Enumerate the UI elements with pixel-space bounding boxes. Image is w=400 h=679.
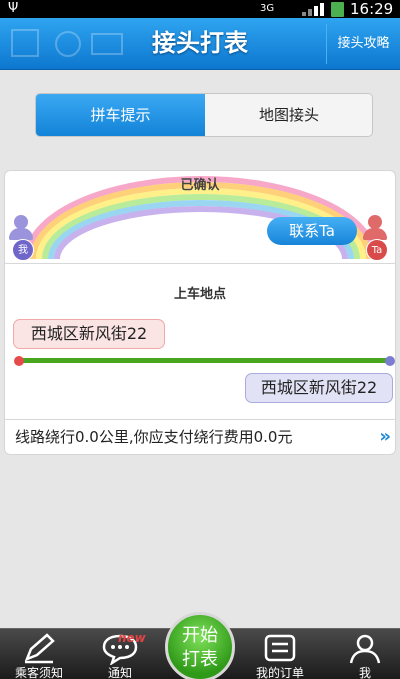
new-badge: new [118, 631, 146, 645]
end-point [385, 356, 395, 366]
confirm-status: 已确认 [180, 178, 220, 193]
me-avatar: 我 [7, 215, 35, 263]
status-bar: Ψ 3G 16:29 [0, 0, 400, 18]
list-icon [264, 634, 296, 662]
more-icon[interactable]: » [379, 420, 391, 454]
guide-button[interactable]: 接头攻略 [326, 24, 400, 64]
pen-icon [24, 633, 55, 664]
contact-button[interactable]: 联系Ta [267, 217, 357, 245]
signal-icon [302, 3, 324, 16]
tab-carpool-tips[interactable]: 拼车提示 [36, 94, 205, 136]
tab-map-meetup[interactable]: 地图接头 [205, 94, 372, 136]
start-meter-button[interactable]: 开始 打表 [165, 612, 235, 679]
status-time: 16:29 [350, 0, 394, 18]
trip-card: 已确认 我 联系Ta Ta 上车地点 西城区新风街22 西城区新风街22 线路绕… [4, 170, 396, 455]
pickup-label: 上车地点 [173, 287, 226, 302]
header: 接头打表 接头攻略 [0, 18, 400, 70]
nav-passenger-notice[interactable]: 乘客须知 [0, 629, 78, 679]
user-icon [349, 634, 381, 664]
battery-icon [331, 2, 344, 17]
usb-icon: Ψ [8, 1, 19, 16]
me-badge: 我 [12, 239, 34, 261]
other-avatar: Ta [361, 215, 389, 263]
divider [5, 263, 395, 264]
from-location: 西城区新风街22 [13, 319, 165, 349]
tab-switcher: 拼车提示 地图接头 [35, 93, 373, 137]
route-line [19, 358, 389, 363]
other-badge: Ta [366, 239, 388, 261]
start-point [14, 356, 24, 366]
to-location: 西城区新风街22 [245, 373, 393, 403]
detour-info: 线路绕行0.0公里,你应支付绕行费用0.0元 [15, 428, 293, 446]
nav-me[interactable]: 我 [330, 629, 400, 679]
nav-my-orders[interactable]: 我的订单 [238, 629, 322, 679]
network-type: 3G [260, 3, 275, 14]
